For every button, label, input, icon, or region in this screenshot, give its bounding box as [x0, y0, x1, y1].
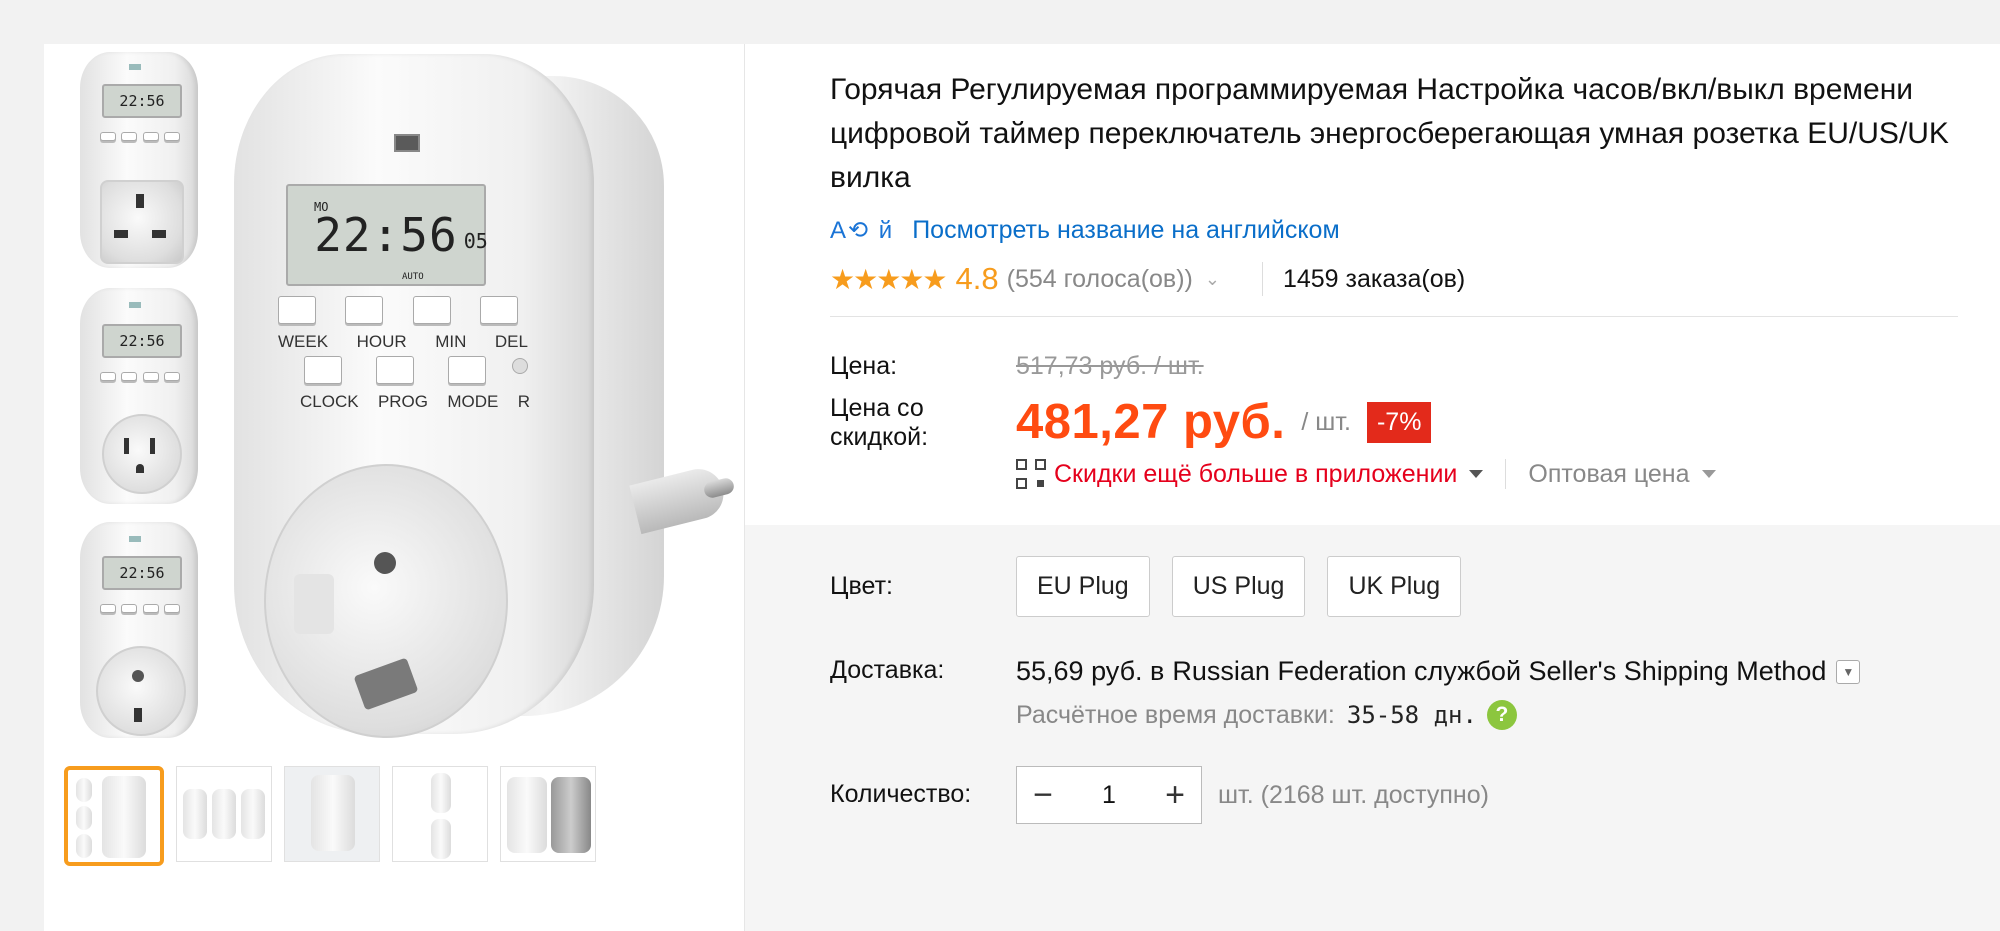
caret-down-icon[interactable]	[1469, 470, 1484, 478]
thumbnail-4[interactable]	[392, 766, 488, 862]
rating-row: ★★★★★ 4.8 (554 голоса(ов)) ⌄ 1459 заказа…	[830, 261, 1465, 297]
image-gallery: 22:56 22:56 22:56 MO 22:56 05 AUTO WEEK …	[44, 44, 745, 931]
key-label-min: MIN	[435, 332, 467, 351]
app-discount-link[interactable]: Скидки ещё больше в приложении	[1054, 460, 1457, 489]
eta-value: 35-58 дн.	[1346, 701, 1477, 729]
color-label: Цвет:	[830, 572, 893, 600]
color-options: EU Plug US Plug UK Plug	[1016, 556, 1462, 617]
main-product-image[interactable]: MO 22:56 05 AUTO WEEK HOUR MIN DEL CLOCK	[234, 54, 754, 744]
thumbnail-1[interactable]	[64, 766, 164, 866]
main-lcd-display: MO 22:56 05 AUTO	[286, 184, 488, 286]
thumbnail-strip	[64, 766, 596, 866]
current-price: 481,27 руб.	[1016, 395, 1286, 449]
quantity-input[interactable]: 1	[1069, 781, 1149, 810]
thumb-lcd: 22:56	[102, 556, 182, 590]
product-info: Горячая Регулируемая программируемая Нас…	[745, 44, 2000, 931]
quantity-row: − 1 + шт. (2168 шт. доступно)	[1016, 766, 1489, 824]
app-promo-row: Скидки ещё больше в приложении Оптовая ц…	[1016, 459, 1716, 489]
product-title: Горячая Регулируемая программируемая Нас…	[830, 73, 1949, 194]
translate-title-link[interactable]: А⟲ й Посмотреть название на английском	[830, 216, 1340, 245]
thumbnail-3[interactable]	[284, 766, 380, 862]
thumbnail-2[interactable]	[176, 766, 272, 862]
side-thumbnail-eu[interactable]: 22:56	[80, 522, 202, 742]
votes-count[interactable]: (554 голоса(ов))	[1007, 265, 1193, 294]
side-thumbnail-uk[interactable]: 22:56	[80, 52, 202, 272]
thumbnail-5[interactable]	[500, 766, 596, 862]
divider	[830, 316, 1958, 317]
key-label-clock: CLOCK	[300, 392, 359, 411]
star-rating-icon: ★★★★★	[830, 263, 948, 295]
help-icon[interactable]: ?	[1486, 700, 1517, 730]
original-price: 517,73 руб. / шт.	[1016, 352, 1204, 380]
shipping-service[interactable]: Russian Federation службой Seller's Ship…	[1172, 656, 1826, 687]
decrease-button[interactable]: −	[1017, 767, 1069, 823]
price-unit: / шт.	[1301, 407, 1351, 436]
product-page: 22:56 22:56 22:56 MO 22:56 05 AUTO WEEK …	[44, 44, 2000, 931]
chevron-down-icon[interactable]: ▼	[1836, 659, 1861, 684]
delivery-estimate: Расчётное время доставки: 35-58 дн. ?	[1016, 700, 1517, 730]
available-stock: шт. (2168 шт. доступно)	[1218, 780, 1489, 809]
color-option-us[interactable]: US Plug	[1171, 556, 1306, 617]
lcd-time: 22:56	[314, 208, 458, 262]
side-thumbnail-us[interactable]: 22:56	[80, 288, 202, 508]
key-label-mode: MODE	[447, 392, 499, 411]
wholesale-price-link[interactable]: Оптовая цена	[1528, 460, 1689, 489]
eta-label: Расчётное время доставки:	[1016, 700, 1335, 729]
shipping-cost: 55,69 руб. в	[1016, 656, 1165, 686]
thumb-lcd-time: 22:56	[119, 92, 165, 110]
quantity-stepper: − 1 +	[1016, 766, 1202, 824]
thumb-lcd-time: 22:56	[119, 332, 165, 350]
key-label-hour: HOUR	[356, 332, 407, 351]
thumb-lcd-time: 22:56	[119, 564, 165, 582]
thumb-lcd: 22:56	[102, 324, 182, 358]
translate-link-text: Посмотреть название на английском	[912, 216, 1340, 244]
current-price-row: 481,27 руб. / шт. -7%	[1016, 394, 1432, 450]
key-label-reset: R	[517, 392, 530, 411]
caret-down-icon[interactable]	[1701, 470, 1716, 478]
shipping-label: Доставка:	[830, 656, 945, 684]
thumb-lcd: 22:56	[102, 84, 182, 118]
increase-button[interactable]: +	[1149, 767, 1201, 823]
lcd-day: MO	[314, 200, 329, 214]
rating-score: 4.8	[955, 261, 999, 296]
key-label-prog: PROG	[377, 392, 428, 411]
translate-icon: А⟲ й	[830, 217, 895, 244]
divider	[1505, 459, 1507, 489]
orders-count: 1459 заказа(ов)	[1282, 264, 1466, 293]
lcd-seconds: 05	[463, 229, 488, 253]
key-label-del: DEL	[494, 332, 528, 351]
divider	[1261, 262, 1263, 296]
lcd-mode: AUTO	[402, 272, 424, 282]
shipping-info: 55,69 руб. в Russian Federation службой …	[1016, 656, 1861, 687]
discount-badge: -7%	[1366, 401, 1432, 443]
color-option-uk[interactable]: UK Plug	[1327, 556, 1462, 617]
quantity-label: Количество:	[830, 780, 972, 808]
key-label-week: WEEK	[278, 332, 329, 351]
color-option-eu[interactable]: EU Plug	[1016, 556, 1150, 617]
discount-price-label: Цена со скидкой:	[830, 394, 929, 451]
qr-code-icon	[1016, 459, 1046, 489]
chevron-down-icon[interactable]: ⌄	[1205, 269, 1220, 290]
price-label: Цена:	[830, 352, 898, 380]
